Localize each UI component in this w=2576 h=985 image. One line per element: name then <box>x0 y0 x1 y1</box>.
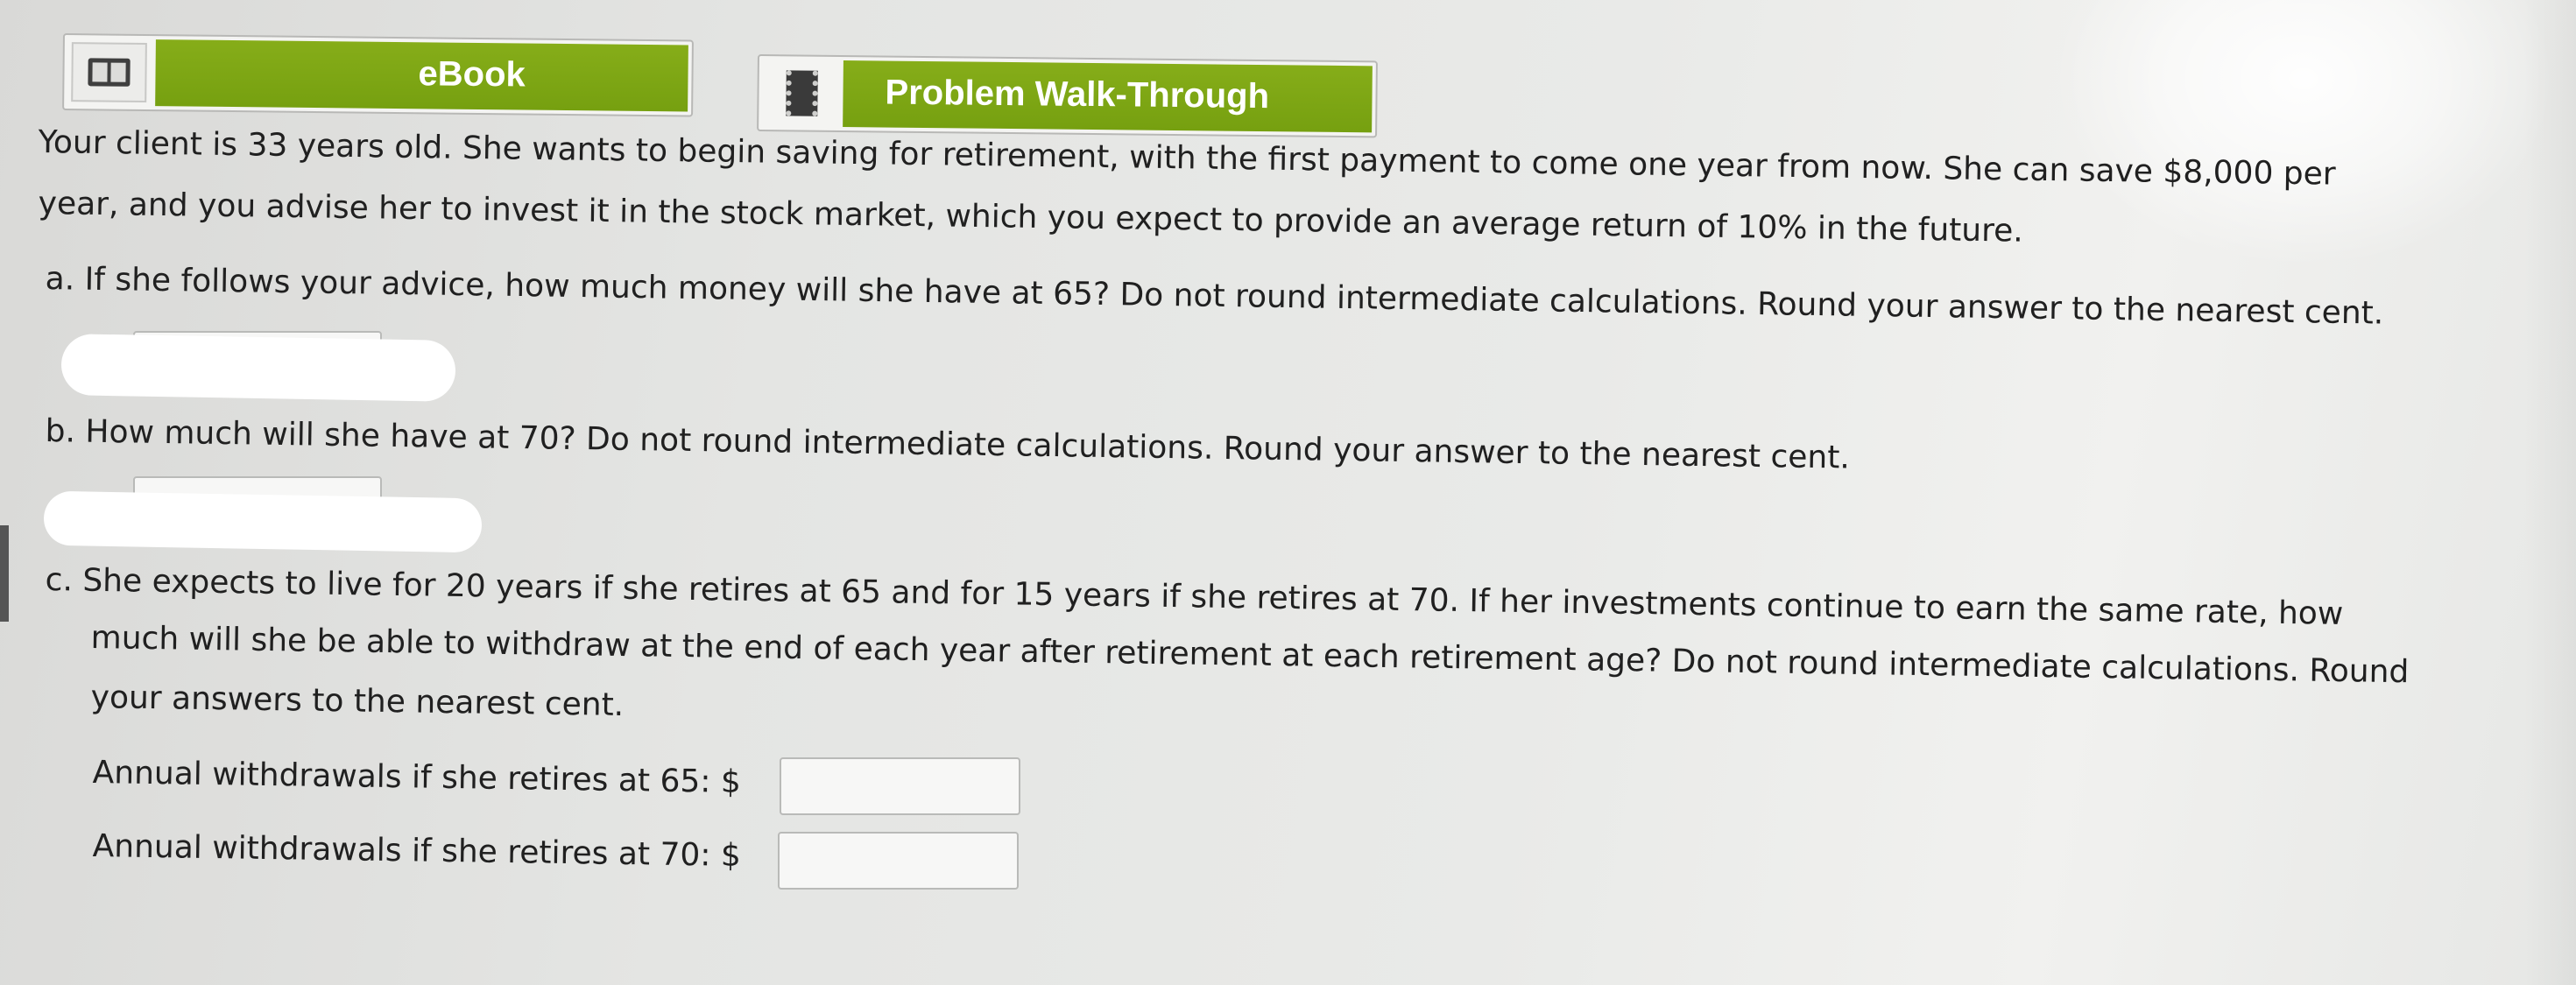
intro-line-2: year, and you advise her to invest it in… <box>38 186 2024 250</box>
part-a-text: a. If she follows your advice, how much … <box>45 261 2384 332</box>
withdraw-65-label: Annual withdrawals if she retires at 65:… <box>92 755 742 800</box>
redaction-mark <box>60 334 456 402</box>
part-c-line-1: c. She expects to live for 20 years if s… <box>45 562 2344 632</box>
part-b-text: b. How much will she have at 70? Do not … <box>45 413 1851 476</box>
part-c-line-3: your answers to the nearest cent. <box>90 679 625 724</box>
redaction-mark <box>43 490 483 553</box>
withdraw-70-label: Annual withdrawals if she retires at 70:… <box>92 828 742 874</box>
withdraw-65-input[interactable] <box>780 757 1020 815</box>
intro-line-1: Your client is 33 years old. She wants t… <box>38 124 2336 193</box>
question-content: Your client is 33 years old. She wants t… <box>0 0 2576 985</box>
withdraw-70-input[interactable] <box>778 832 1019 890</box>
part-c-line-2: much will she be able to withdraw at the… <box>90 620 2410 691</box>
